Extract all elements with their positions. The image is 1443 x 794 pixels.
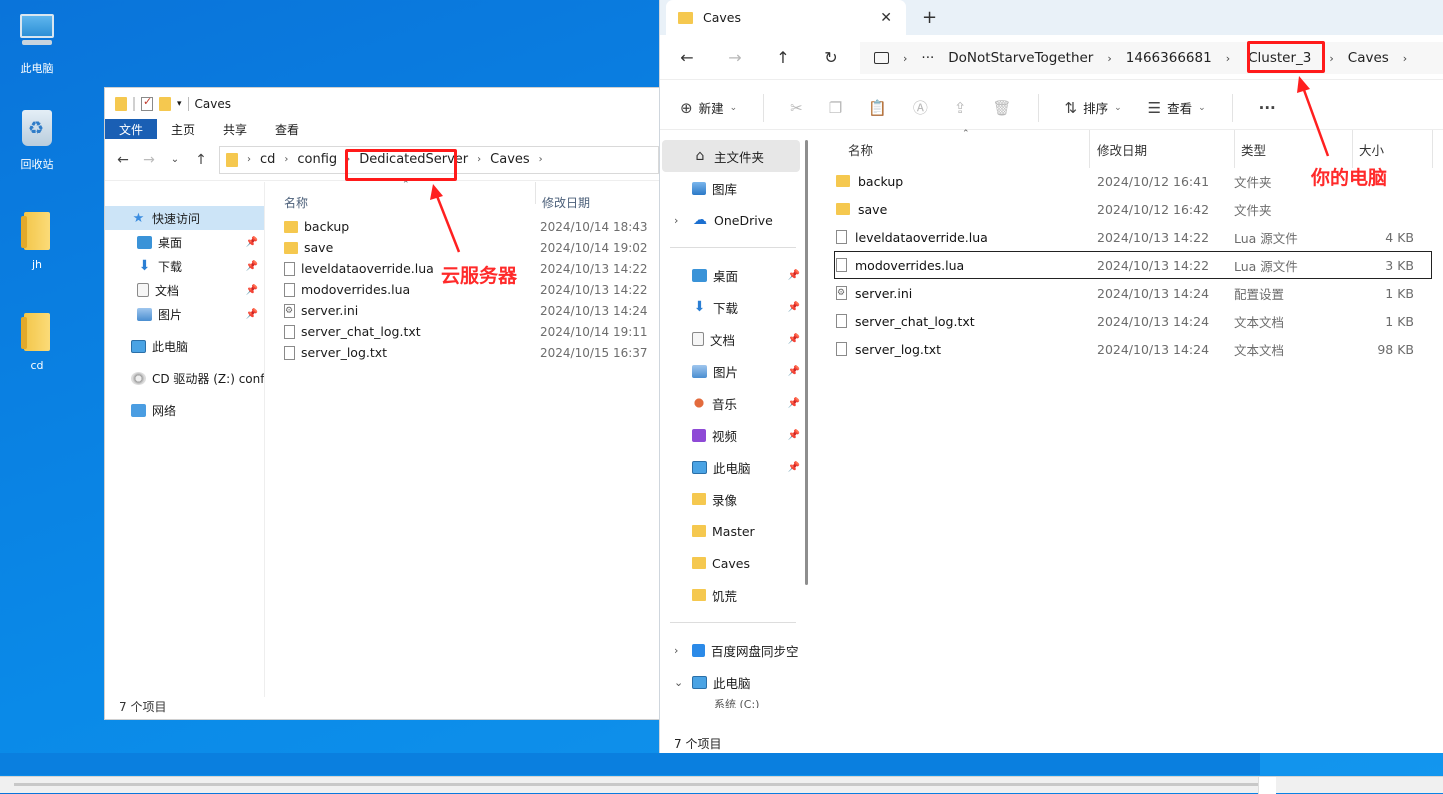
annotation-your-pc: 你的电脑 [1311, 167, 1388, 189]
annotation-arrows [430, 76, 1330, 253]
arrow-cloud-server [430, 184, 461, 253]
annotation-cloud-server: 云服务器 [441, 265, 518, 287]
arrow-your-pc [1297, 76, 1330, 157]
